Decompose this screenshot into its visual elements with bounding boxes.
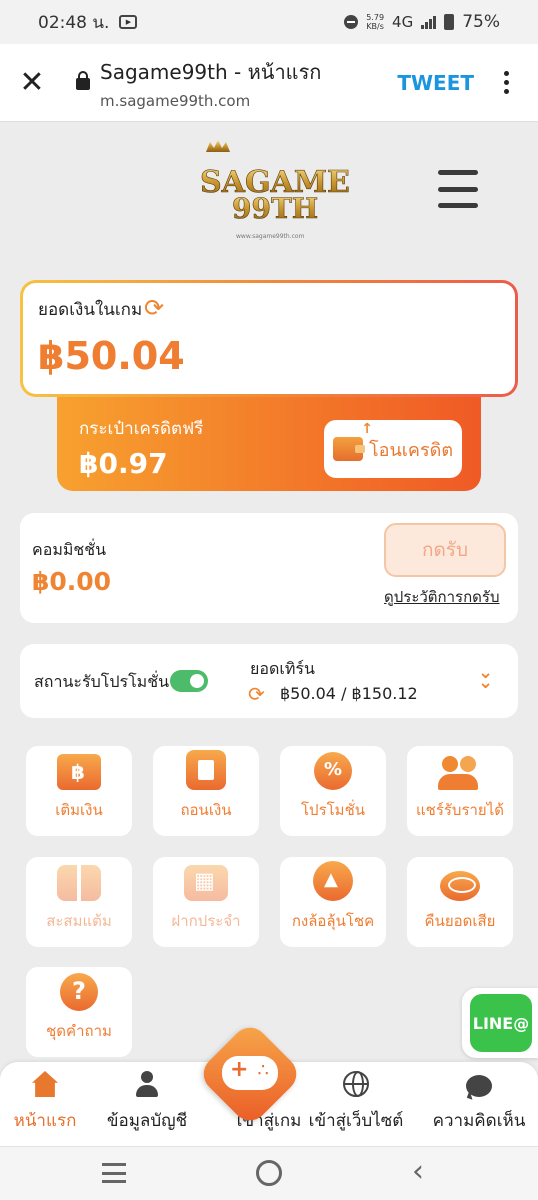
svg-text:99TH: 99TH bbox=[232, 192, 318, 225]
promotion-status-label: สถานะรับโปรโมชั่น bbox=[34, 672, 169, 691]
browser-toolbar: ✕ Sagame99th - หน้าแรก m.sagame99th.com … bbox=[0, 44, 538, 122]
menu-fixed-deposit[interactable]: ฝากประจำ bbox=[153, 857, 259, 947]
menu-cashback[interactable]: คืนยอดเสีย bbox=[407, 857, 513, 947]
promotion-icon bbox=[314, 752, 352, 790]
claim-history-link[interactable]: ดูประวัติการกดรับ bbox=[384, 585, 500, 609]
menu-deposit-label: เติมเงิน bbox=[55, 801, 103, 819]
free-credit-label: กระเป๋าเครดิตฟรี bbox=[79, 419, 204, 439]
nav-feedback[interactable]: ความคิดเห็น bbox=[424, 1062, 534, 1146]
menu-promotion-label: โปรโมชั่น bbox=[300, 801, 365, 819]
network-speed: 5.79 KB/s bbox=[366, 13, 385, 31]
nav-home[interactable]: หน้าแรก bbox=[0, 1062, 90, 1146]
status-time: 02:48 น. bbox=[38, 12, 110, 33]
wallet-icon bbox=[332, 421, 373, 461]
menu-withdraw[interactable]: ถอนเงิน bbox=[153, 746, 259, 836]
lock-icon bbox=[76, 71, 90, 90]
claim-commission-button[interactable]: กดรับ bbox=[384, 523, 506, 577]
menu-points-label: สะสมแต้ม bbox=[46, 912, 112, 930]
gift-icon bbox=[57, 865, 101, 901]
chat-icon bbox=[466, 1075, 492, 1097]
signal-icon bbox=[421, 15, 437, 29]
lucky-wheel-icon bbox=[313, 861, 353, 901]
page-title: Sagame99th - หน้าแรก bbox=[100, 59, 322, 84]
promotion-status-card: สถานะรับโปรโมชั่น ยอดเทิร์น ⟳ ฿50.04 / ฿… bbox=[20, 644, 518, 718]
calendar-icon bbox=[184, 865, 228, 901]
nav-feedback-label: ความคิดเห็น bbox=[432, 1111, 526, 1131]
nav-account-label: ข้อมูลบัญชี bbox=[106, 1111, 188, 1131]
transfer-credit-label: โอนเครดิต bbox=[368, 439, 454, 461]
globe-icon bbox=[343, 1071, 369, 1097]
free-credit-card: กระเป๋าเครดิตฟรี ฿0.97 โอนเครดิต bbox=[57, 385, 481, 491]
deposit-icon bbox=[57, 754, 101, 790]
refresh-balance-icon[interactable]: ⟳ bbox=[144, 295, 170, 321]
battery-percent: 75% bbox=[462, 12, 500, 32]
sagame99th-logo[interactable]: SAGAME 99TH www.sagame99th.com bbox=[196, 138, 366, 242]
more-options-icon[interactable] bbox=[496, 71, 516, 94]
promotion-toggle[interactable] bbox=[170, 670, 208, 692]
balance-label: ยอดเงินในเกม bbox=[38, 300, 143, 320]
gamepad-icon bbox=[222, 1056, 278, 1090]
commission-value: ฿0.00 bbox=[32, 567, 112, 596]
coin-icon bbox=[440, 871, 480, 901]
close-icon[interactable]: ✕ bbox=[0, 44, 64, 122]
page-url: m.sagame99th.com bbox=[100, 91, 251, 110]
nav-home-label: หน้าแรก bbox=[13, 1111, 77, 1131]
line-label: LINE@ bbox=[470, 994, 532, 1052]
menu-lucky-wheel[interactable]: กงล้อลุ้นโชค bbox=[280, 857, 386, 947]
menu-faq[interactable]: ชุดคำถาม bbox=[26, 967, 132, 1057]
share-income-icon bbox=[438, 754, 482, 790]
nav-account[interactable]: ข้อมูลบัญชี bbox=[100, 1062, 194, 1146]
line-contact-button[interactable]: LINE@ bbox=[462, 988, 538, 1058]
do-not-disturb-icon bbox=[344, 15, 359, 29]
commission-label: คอมมิชชั่น bbox=[32, 540, 107, 559]
tweet-button[interactable]: TWEET bbox=[397, 71, 474, 95]
menu-withdraw-label: ถอนเงิน bbox=[180, 801, 232, 819]
menu-share-income-label: แชร์รับรายได้ bbox=[415, 801, 505, 819]
menu-lucky-wheel-label: กงล้อลุ้นโชค bbox=[291, 912, 375, 930]
free-credit-value: ฿0.97 bbox=[79, 447, 168, 480]
nav-website-label: เข้าสู่เว็บไซต์ bbox=[308, 1111, 404, 1131]
turnover-label: ยอดเทิร์น bbox=[250, 659, 315, 678]
menu-deposit[interactable]: เติมเงิน bbox=[26, 746, 132, 836]
commission-card: คอมมิชชั่น ฿0.00 กดรับ ดูประวัติการกดรับ bbox=[20, 513, 518, 623]
menu-faq-label: ชุดคำถาม bbox=[46, 1022, 112, 1040]
chevron-double-down-icon[interactable]: ⌄ ⌄ bbox=[478, 664, 493, 692]
recent-apps-icon[interactable] bbox=[102, 1163, 126, 1183]
menu-promotion[interactable]: โปรโมชั่น bbox=[280, 746, 386, 836]
balance-value: ฿50.04 bbox=[38, 334, 185, 378]
refresh-turnover-icon[interactable]: ⟳ bbox=[248, 682, 265, 706]
turnover-value: ฿50.04 / ฿150.12 bbox=[280, 684, 418, 703]
network-type: 4G bbox=[392, 13, 414, 31]
menu-points[interactable]: สะสมแต้ม bbox=[26, 857, 132, 947]
svg-text:www.sagame99th.com: www.sagame99th.com bbox=[236, 233, 305, 240]
hamburger-menu-icon[interactable] bbox=[438, 170, 478, 208]
user-icon bbox=[134, 1071, 160, 1097]
menu-share-income[interactable]: แชร์รับรายได้ bbox=[407, 746, 513, 836]
home-circle-icon[interactable] bbox=[256, 1160, 282, 1186]
youtube-notification-icon: ▶ bbox=[119, 15, 138, 29]
withdraw-icon bbox=[186, 750, 226, 790]
back-icon[interactable]: ‹ bbox=[412, 1157, 424, 1187]
nav-website[interactable]: เข้าสู่เว็บไซต์ bbox=[306, 1062, 406, 1146]
question-icon bbox=[60, 973, 98, 1011]
menu-cashback-label: คืนยอดเสีย bbox=[424, 912, 496, 930]
url-block[interactable]: Sagame99th - หน้าแรก m.sagame99th.com bbox=[100, 56, 397, 110]
menu-fixed-deposit-label: ฝากประจำ bbox=[171, 912, 241, 930]
status-bar: 02:48 น. ▶ 5.79 KB/s 4G 75% bbox=[0, 0, 538, 44]
transfer-credit-button[interactable]: โอนเครดิต bbox=[324, 420, 462, 478]
battery-icon bbox=[444, 14, 455, 30]
home-icon bbox=[32, 1071, 58, 1097]
system-navigation-bar: ‹ bbox=[0, 1146, 538, 1200]
